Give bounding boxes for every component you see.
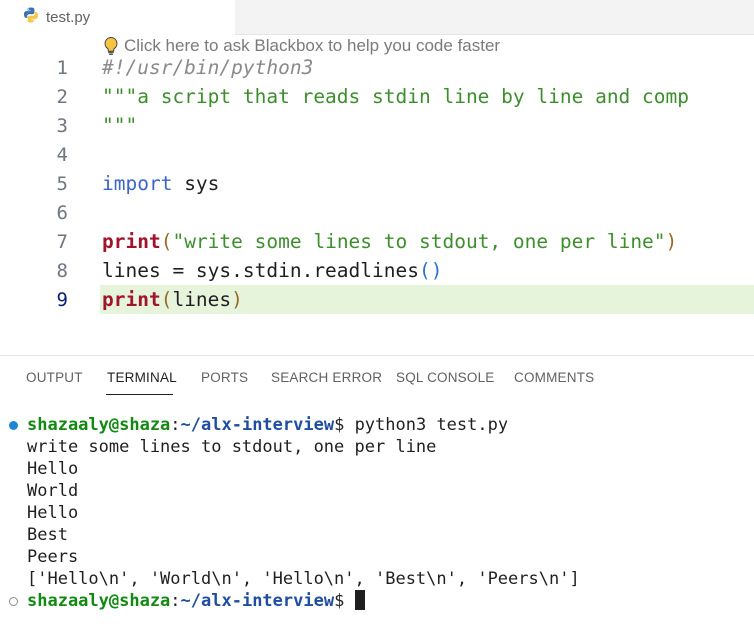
line-number: 2 [56,86,68,108]
tab-terminal[interactable]: TERMINAL [107,370,177,385]
line-number: 5 [56,173,68,195]
code-line[interactable]: 1 #!/usr/bin/python3 [0,53,754,82]
code-line[interactable]: 2 """a script that reads stdin line by li… [0,82,754,111]
code-text: """ [102,115,137,137]
code-token: print [102,230,161,253]
code-line[interactable]: 7 print("write some lines to stdout, one … [0,227,754,256]
prompt-user: shazaaly@shaza [27,415,171,435]
terminal-output-line: Hello [27,459,79,479]
code-text: """a script that reads stdin line by lin… [102,86,689,108]
line-number: 3 [56,115,68,137]
code-line[interactable]: 9 print(lines) [0,285,754,314]
code-token: ( [160,288,173,311]
tab-output[interactable]: OUTPUT [26,370,83,385]
terminal-output-line: Best [27,525,68,545]
tab-test-py[interactable]: test.py [0,0,235,35]
code-line[interactable]: 6 [0,198,754,227]
code-token: """a script that reads stdin line by lin… [102,85,689,108]
panel-tab-bar: OUTPUT TERMINAL PORTS SEARCH ERROR SQL C… [0,356,754,400]
prompt-path: ~/alx-interview [180,591,335,611]
code-line[interactable]: 3 """ [0,111,754,140]
prompt-separator: : [170,415,181,435]
code-token: "write some lines to stdout, one per lin… [172,230,666,253]
code-token: ( [160,230,173,253]
code-line[interactable]: 4 [0,140,754,169]
terminal[interactable]: shazaaly@shaza:~/alx-interview$ python3 … [0,414,754,630]
terminal-output-line: Peers [27,547,79,567]
code-token: lines = sys.stdin.readlines [102,259,419,282]
line-number: 4 [56,144,68,166]
code-token: #!/usr/bin/python3 [102,56,314,79]
prompt-user: shazaaly@shaza [27,591,171,611]
code-token: ) [231,288,243,311]
tab-sql-console[interactable]: SQL CONSOLE [396,370,494,385]
terminal-output-line: Hello [27,503,79,523]
line-number: 8 [56,260,68,282]
code-editor[interactable]: Click here to ask Blackbox to help you c… [0,35,754,355]
line-number: 6 [56,202,68,224]
code-token: import [102,172,173,195]
terminal-output-line: ['Hello\n', 'World\n', 'Hello\n', 'Best\… [27,569,580,589]
command-pending-dot [9,597,18,606]
tab-search-error[interactable]: SEARCH ERROR [271,370,382,385]
code-token: ) [665,230,678,253]
terminal-cursor [354,590,365,610]
terminal-prompt-line: shazaaly@shaza:~/alx-interview$ python3 … [27,414,508,436]
tab-comments[interactable]: COMMENTS [514,370,594,385]
command-success-dot [9,421,18,430]
tab-bar-empty [235,0,754,35]
prompt-separator: : [170,591,181,611]
code-text: import sys [102,173,219,195]
active-tab-indicator [106,394,173,395]
code-token: () [418,259,443,282]
code-token: lines [172,288,232,311]
tab-ports[interactable]: PORTS [201,370,248,385]
terminal-output-line: write some lines to stdout, one per line [27,437,437,457]
line-number: 7 [56,231,68,253]
terminal-current-prompt: shazaaly@shaza:~/alx-interview$ [27,590,365,612]
code-token: print [102,288,161,311]
terminal-output-line: World [27,481,79,501]
prompt-path: ~/alx-interview [180,415,335,435]
code-text: lines = sys.stdin.readlines() [102,260,442,282]
python-icon [22,6,40,29]
code-text: #!/usr/bin/python3 [102,57,313,79]
code-token: """ [102,114,138,137]
code-line[interactable]: 5 import sys [0,169,754,198]
editor-tab-bar: test.py [0,0,754,35]
prompt-end: $ [334,415,345,435]
line-number: 9 [56,289,68,311]
code-line[interactable]: 8 lines = sys.stdin.readlines() [0,256,754,285]
prompt-end: $ [334,591,345,611]
line-number: 1 [56,57,68,79]
code-text: print(lines) [102,289,243,311]
code-text: print("write some lines to stdout, one p… [102,231,677,253]
tab-label: test.py [46,9,91,26]
code-token: sys [172,172,220,195]
prompt-command: python3 test.py [344,415,509,435]
